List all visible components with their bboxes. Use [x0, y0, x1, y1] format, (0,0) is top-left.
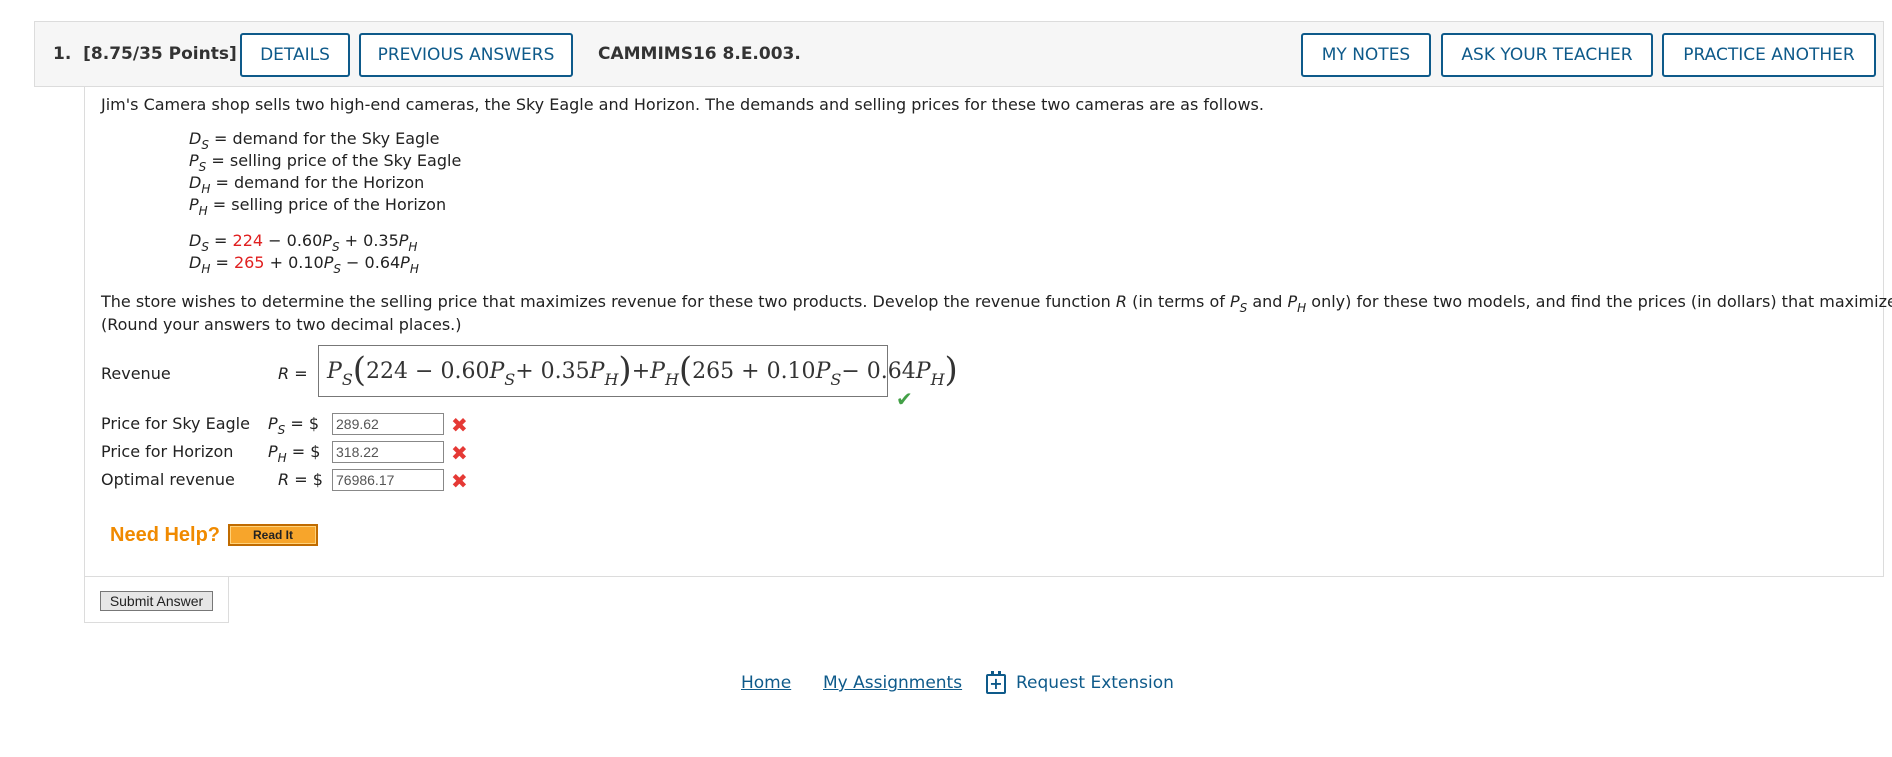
definition-ds: DS = demand for the Sky Eagle	[189, 129, 440, 152]
price-sky-eagle-label: Price for Sky Eagle	[101, 414, 250, 433]
request-extension-link[interactable]: Request Extension	[1016, 673, 1174, 693]
details-button[interactable]: DETAILS	[240, 33, 350, 77]
ask-your-teacher-button[interactable]: ASK YOUR TEACHER	[1441, 33, 1653, 77]
constant-224: 224	[232, 231, 264, 250]
submit-answer-button[interactable]: Submit Answer	[100, 591, 213, 611]
question-code: CAMMIMS16 8.E.003.	[598, 44, 801, 64]
rounding-note: (Round your answers to two decimal place…	[101, 315, 462, 334]
my-notes-button[interactable]: MY NOTES	[1301, 33, 1431, 77]
revenue-var: R =	[278, 364, 308, 383]
need-help-label: Need Help?	[110, 524, 221, 546]
price-sky-eagle-input[interactable]	[332, 413, 444, 435]
price-horizon-var: PH = $	[268, 442, 321, 465]
x-icon: ✖	[451, 413, 468, 437]
problem-intro: Jim's Camera shop sells two high-end cam…	[101, 95, 1264, 114]
question-points: 1. [8.75/35 Points]	[53, 44, 237, 64]
read-it-button[interactable]: Read It	[228, 524, 318, 546]
question-header: 1. [8.75/35 Points] DETAILS PREVIOUS ANS…	[34, 21, 1884, 87]
demand-equation-sky-eagle: DS = 224 − 0.60PS + 0.35PH	[189, 231, 418, 254]
calendar-plus-icon[interactable]: +	[986, 671, 1006, 694]
x-icon: ✖	[451, 469, 468, 493]
previous-answers-button[interactable]: PREVIOUS ANSWERS	[359, 33, 573, 77]
definition-dh: DH = demand for the Horizon	[189, 173, 425, 196]
definition-ph: PH = selling price of the Horizon	[189, 195, 447, 218]
my-assignments-link[interactable]: My Assignments	[823, 673, 962, 693]
x-icon: ✖	[451, 441, 468, 465]
price-horizon-label: Price for Horizon	[101, 442, 234, 461]
price-horizon-input[interactable]	[332, 441, 444, 463]
practice-another-button[interactable]: PRACTICE ANOTHER	[1662, 33, 1876, 77]
optimal-revenue-var: R = $	[278, 470, 323, 489]
demand-equation-horizon: DH = 265 + 0.10PS − 0.64PH	[189, 253, 419, 276]
price-sky-eagle-var: PS = $	[268, 414, 320, 437]
definition-ps: PS = selling price of the Sky Eagle	[189, 151, 462, 174]
revenue-label: Revenue	[101, 364, 171, 383]
task-instructions: The store wishes to determine the sellin…	[101, 292, 1892, 315]
optimal-revenue-label: Optimal revenue	[101, 470, 235, 489]
optimal-revenue-input[interactable]	[332, 469, 444, 491]
revenue-expression-input[interactable]: P S(224 − 0.60 P S + 0.35 P H) + P H(265 + 0.1…	[318, 345, 958, 397]
check-icon: ✔	[896, 387, 913, 411]
constant-265: 265	[233, 253, 265, 272]
home-link[interactable]: Home	[741, 673, 791, 693]
